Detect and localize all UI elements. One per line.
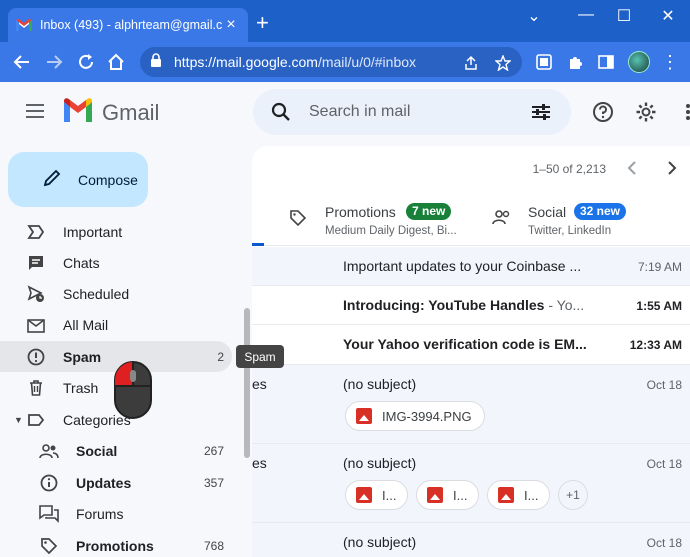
search-bar[interactable] <box>253 89 571 135</box>
tag-icon <box>39 536 59 556</box>
attachment-chip[interactable]: I... <box>345 480 408 510</box>
browser-menu-icon[interactable]: ⋮ <box>660 51 680 73</box>
gmail-favicon-icon <box>16 17 32 33</box>
extension-capture-icon[interactable] <box>532 50 556 74</box>
bookmark-star-icon[interactable] <box>494 54 512 72</box>
social-people-icon <box>492 208 512 228</box>
promotions-tag-icon <box>288 208 308 228</box>
compose-button[interactable]: Compose <box>8 152 148 207</box>
category-tabs: Promotions 7 new Medium Daily Digest, Bi… <box>252 194 690 246</box>
new-tab-icon[interactable]: + <box>256 12 269 34</box>
forward-arrow-icon[interactable] <box>42 50 66 74</box>
reload-icon[interactable] <box>74 50 98 74</box>
mouse-click-icon <box>113 360 153 420</box>
attachment-chip[interactable]: I... <box>487 480 550 510</box>
pagination-range: 1–50 of 2,213 <box>532 162 606 176</box>
gmail-m-icon <box>62 98 94 127</box>
sidebar-item-all-mail[interactable]: All Mail <box>0 309 232 340</box>
mail-row[interactable]: es (no subject) Oct 18 I... I... I... +1 <box>252 444 690 523</box>
sidebar-scrollbar[interactable] <box>244 308 250 458</box>
share-icon[interactable] <box>462 54 480 72</box>
tab-social[interactable]: Social 32 new Twitter, LinkedIn <box>490 194 690 246</box>
people-icon <box>39 441 59 461</box>
compose-label: Compose <box>78 171 138 188</box>
forum-icon <box>39 504 59 524</box>
sidebar-item-social[interactable]: Social 267 <box>0 435 232 466</box>
apps-grid-icon[interactable] <box>674 100 690 124</box>
browser-tab-title: Inbox (493) - alphrteam@gmail.c <box>40 18 222 32</box>
tab-promotions[interactable]: Promotions 7 new Medium Daily Digest, Bi… <box>288 194 488 246</box>
mail-list-panel: 1–50 of 2,213 Promotions 7 new Medium Da… <box>252 146 690 557</box>
expand-caret-icon[interactable]: ▼ <box>14 415 23 425</box>
side-panel-icon[interactable] <box>594 50 618 74</box>
spam-icon <box>26 347 46 367</box>
info-icon <box>39 473 59 493</box>
tab-close-icon[interactable]: × <box>222 16 240 34</box>
all-mail-icon <box>26 315 46 335</box>
label-icon <box>26 410 46 430</box>
browser-toolbar: https://mail.google.com/mail/u/0/#inbox … <box>0 42 690 82</box>
gmail-wordmark: Gmail <box>102 99 160 125</box>
sidebar-item-updates[interactable]: Updates 357 <box>0 467 232 498</box>
image-file-icon <box>356 408 372 424</box>
sidebar-item-forums[interactable]: Forums <box>0 498 232 529</box>
sidebar-item-promotions[interactable]: Promotions 768 <box>0 530 232 557</box>
image-file-icon <box>356 487 372 503</box>
mail-row[interactable]: Your Yahoo verification code is EM... 12… <box>252 325 690 365</box>
search-options-icon[interactable] <box>529 100 553 124</box>
more-attachments-chip[interactable]: +1 <box>558 480 588 510</box>
active-tab-indicator <box>252 243 264 246</box>
home-icon[interactable] <box>104 50 128 74</box>
settings-gear-icon[interactable] <box>634 100 658 124</box>
sidebar-item-chats[interactable]: Chats <box>0 247 232 278</box>
mail-row[interactable]: es (no subject) Oct 18 IMG-3994.PNG <box>252 365 690 444</box>
address-bar[interactable]: https://mail.google.com/mail/u/0/#inbox <box>140 47 522 77</box>
scheduled-icon <box>26 284 46 304</box>
sidebar-item-scheduled[interactable]: Scheduled <box>0 278 232 309</box>
pencil-icon <box>42 168 62 191</box>
extensions-puzzle-icon[interactable] <box>564 50 588 74</box>
image-file-icon <box>498 487 514 503</box>
minimize-icon[interactable]: — <box>568 6 604 24</box>
promotions-new-badge: 7 new <box>406 203 452 220</box>
important-icon <box>26 222 46 242</box>
maximize-icon[interactable]: ☐ <box>606 6 642 26</box>
attachment-chip[interactable]: IMG-3994.PNG <box>345 401 485 431</box>
back-arrow-icon[interactable] <box>10 50 34 74</box>
lock-icon[interactable] <box>150 52 168 72</box>
profile-avatar[interactable] <box>628 51 650 73</box>
browser-tab-inbox[interactable]: Inbox (493) - alphrteam@gmail.c × <box>8 8 248 42</box>
main-menu-icon[interactable] <box>22 98 48 124</box>
help-icon[interactable] <box>591 100 615 124</box>
browser-tab-strip: Inbox (493) - alphrteam@gmail.c × + ⌄ — … <box>0 0 690 42</box>
image-file-icon <box>427 487 443 503</box>
search-icon[interactable] <box>269 100 293 124</box>
trash-icon <box>26 378 46 398</box>
attachment-chip[interactable]: I... <box>416 480 479 510</box>
older-page-chevron-left-icon[interactable] <box>622 158 642 178</box>
search-input[interactable] <box>309 103 509 121</box>
social-new-badge: 32 new <box>574 203 627 220</box>
mail-row[interactable]: Important updates to your Coinbase ... 7… <box>252 247 690 286</box>
mail-row[interactable]: (no subject) Oct 18 <box>252 523 690 557</box>
spam-tooltip: Spam <box>236 345 284 368</box>
newer-page-chevron-right-icon[interactable] <box>662 158 682 178</box>
chat-icon <box>26 253 46 273</box>
spam-count: 2 <box>217 349 224 364</box>
gmail-logo[interactable]: Gmail <box>62 98 159 127</box>
tab-search-chevron-icon[interactable]: ⌄ <box>516 6 552 26</box>
close-window-icon[interactable]: ✕ <box>650 6 686 26</box>
url-text: https://mail.google.com/mail/u/0/#inbox <box>174 54 417 70</box>
mail-row[interactable]: Introducing: YouTube Handles - Yo... 1:5… <box>252 286 690 325</box>
sidebar-item-important[interactable]: Important <box>0 216 232 247</box>
